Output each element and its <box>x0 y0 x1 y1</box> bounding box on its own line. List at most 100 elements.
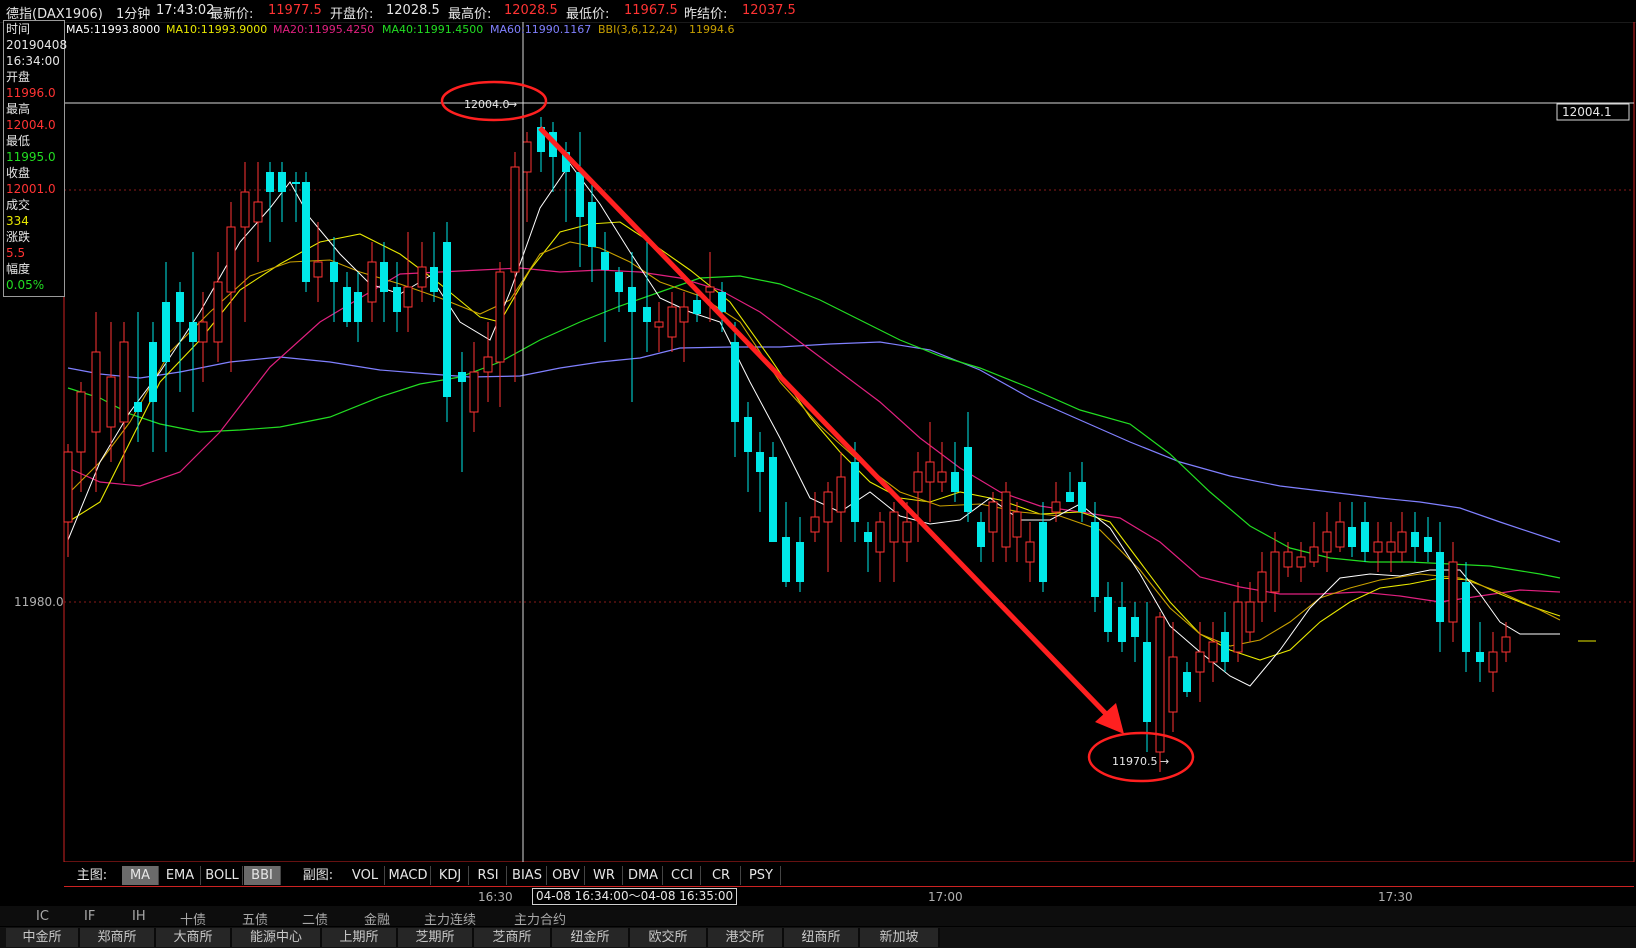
candle-body <box>1168 656 1178 713</box>
candle-body <box>1397 531 1407 553</box>
candle-body <box>469 371 479 413</box>
tab-comex[interactable]: 纽金所 <box>552 928 630 947</box>
main-boll-button[interactable]: BOLL <box>202 866 243 885</box>
ma20-legend: MA20:11995.4250 <box>273 23 374 36</box>
candle-body <box>718 292 726 312</box>
candle-body <box>1066 492 1074 502</box>
candle-body <box>1143 642 1151 722</box>
candle-body <box>988 501 998 533</box>
candle-body <box>1436 552 1444 622</box>
tab-ih[interactable]: IH <box>132 909 146 924</box>
main-ma-button[interactable]: MA <box>122 866 159 885</box>
kline-svg[interactable]: 11980.0 12004.1 12004.0 → 11970.5 → MA5:… <box>0 22 1636 863</box>
sub-cci-button[interactable]: CCI <box>664 866 701 885</box>
candle-body <box>964 447 972 512</box>
tab-10y-bond[interactable]: 十债 <box>180 909 206 928</box>
sub-cr-button[interactable]: CR <box>702 866 741 885</box>
indicator-bar: 主图: MA EMA BOLL BBI 副图: VOL MACD KDJ RSI… <box>64 866 1634 886</box>
ma10-line <box>67 221 1561 661</box>
max-marker-arrow: → <box>508 98 517 111</box>
latest-price-value: 11977.5 <box>268 3 322 18</box>
candle-body <box>278 172 286 192</box>
candle-body <box>76 391 86 453</box>
tab-czce[interactable]: 郑商所 <box>80 928 156 947</box>
ma60-line <box>67 341 1561 543</box>
sub-dma-button[interactable]: DMA <box>624 866 663 885</box>
tab-ic[interactable]: IC <box>36 909 49 924</box>
sub-wr-button[interactable]: WR <box>586 866 623 885</box>
candle-body <box>213 281 223 343</box>
kline-chart[interactable]: 11980.0 12004.1 12004.0 → 11970.5 → MA5:… <box>0 22 1636 863</box>
sub-rsi-button[interactable]: RSI <box>470 866 507 885</box>
candle-body <box>823 491 833 523</box>
candle-body <box>198 321 208 343</box>
candle-body <box>1233 601 1243 653</box>
tab-cme[interactable]: 芝商所 <box>474 928 552 947</box>
candle-body <box>266 172 274 192</box>
candle-body <box>1476 652 1484 662</box>
candle-body <box>925 461 935 483</box>
tab-dce[interactable]: 大商所 <box>156 928 232 947</box>
candle-body <box>1208 641 1218 663</box>
main-ema-button[interactable]: EMA <box>160 866 201 885</box>
candle-body <box>913 471 923 493</box>
candle-body <box>1025 541 1035 563</box>
sub-bias-button[interactable]: BIAS <box>508 866 547 885</box>
tab-main-continuous[interactable]: 主力连续 <box>424 909 476 928</box>
tab-5y-bond[interactable]: 五债 <box>242 909 268 928</box>
tab-main-contract[interactable]: 主力合约 <box>514 909 566 928</box>
candle-body <box>977 522 985 547</box>
candle-body <box>367 261 377 303</box>
tab-eurex[interactable]: 欧交所 <box>630 928 708 947</box>
candle-body <box>403 286 413 308</box>
change-value: 5.5 <box>6 246 26 260</box>
candle-body <box>458 372 466 382</box>
sub-obv-button[interactable]: OBV <box>548 866 585 885</box>
candle-body <box>292 182 300 184</box>
tab-cffex[interactable]: 中金所 <box>6 928 80 947</box>
high-label: 最高 <box>6 102 31 116</box>
sub-macd-button[interactable]: MACD <box>386 866 431 885</box>
candle-body <box>615 272 623 292</box>
candle-body <box>1195 651 1205 673</box>
high-value: 12004.0 <box>6 118 56 132</box>
max-marker-label: 12004.0 <box>464 98 510 111</box>
change-label: 涨跌 <box>6 230 31 244</box>
candle-body <box>731 342 739 422</box>
tab-finance[interactable]: 金融 <box>364 909 390 928</box>
candle-body <box>654 321 664 328</box>
candle-body <box>756 452 764 472</box>
candle-body <box>91 351 101 433</box>
candle-body <box>889 511 899 543</box>
candle-body <box>63 451 73 523</box>
tab-nymex[interactable]: 纽商所 <box>784 928 860 947</box>
time-tick-1630: 16:30 <box>478 890 513 904</box>
tab-2y-bond[interactable]: 二债 <box>302 909 328 928</box>
tab-ine[interactable]: 能源中心 <box>232 928 322 947</box>
sub-kdj-button[interactable]: KDJ <box>432 866 469 885</box>
candle-body <box>253 201 263 223</box>
candle-body <box>510 166 520 273</box>
tab-if[interactable]: IF <box>84 909 95 924</box>
main-bbi-button[interactable]: BBI <box>244 866 281 885</box>
candle-body <box>417 266 427 288</box>
candle-body <box>1373 541 1383 553</box>
candle-body <box>643 307 651 322</box>
candle-body <box>1118 607 1126 642</box>
tab-sgx[interactable]: 新加坡 <box>860 928 940 947</box>
sub-psy-button[interactable]: PSY <box>742 866 781 885</box>
tab-cbot[interactable]: 芝期所 <box>398 928 474 947</box>
candle-body <box>796 542 804 582</box>
tab-shfe[interactable]: 上期所 <box>322 928 398 947</box>
time-label: 时间 <box>6 22 31 36</box>
amplitude-value: 0.05% <box>6 278 45 292</box>
candle-body <box>769 457 777 542</box>
crosshair-price-label: 12004.1 <box>1562 105 1612 119</box>
sub-vol-button[interactable]: VOL <box>346 866 385 885</box>
candle-body <box>1309 546 1319 563</box>
tab-hkex[interactable]: 港交所 <box>708 928 784 947</box>
candle-body <box>1501 636 1511 653</box>
candle-body <box>226 226 236 293</box>
sub-chart-label: 副图: <box>302 868 334 883</box>
period-label[interactable]: 1分钟 <box>116 3 150 22</box>
